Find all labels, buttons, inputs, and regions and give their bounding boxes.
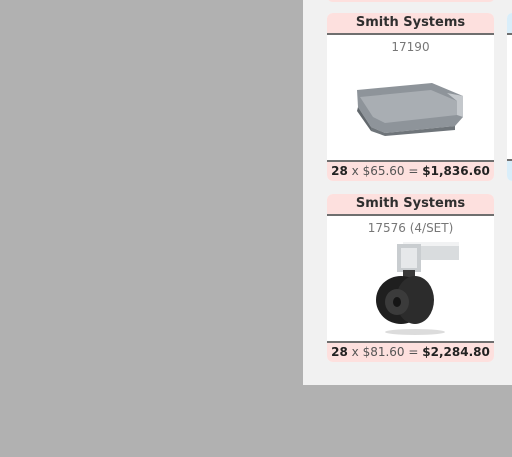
total-price: $1,836.60 <box>422 164 490 178</box>
equals-sign: = <box>408 345 419 359</box>
product-card[interactable]: Smith Systems 17576 (4/SET) 28 x $81.60 … <box>327 194 494 362</box>
unit-price: $81.60 <box>362 345 405 359</box>
product-card[interactable]: Smith Systems 17190 28 x $65.60 = $1,836… <box>327 13 494 181</box>
total-price: $2,284.80 <box>422 345 490 359</box>
previous-card-edge <box>327 0 495 2</box>
quantity: 28 <box>331 345 348 359</box>
caster-wheel-icon <box>327 236 494 340</box>
price-line: 28 x $65.60 = $1,836.60 <box>327 160 494 181</box>
times-sign: x <box>351 345 359 359</box>
product-brand: Smith Systems <box>327 13 494 35</box>
unit-price: $65.60 <box>362 164 405 178</box>
product-panel: Smith Systems 17190 28 x $65.60 = $1,836… <box>303 0 512 385</box>
times-sign: x <box>351 164 359 178</box>
next-card-edge[interactable] <box>507 13 512 181</box>
letter-tray-icon <box>327 55 494 159</box>
price-line: 28 x $81.60 = $2,284.80 <box>327 341 494 362</box>
product-sku: 17576 (4/SET) <box>367 221 454 235</box>
product-sku: 17190 <box>391 40 430 54</box>
product-brand: Smith Systems <box>327 194 494 216</box>
equals-sign: = <box>408 164 419 178</box>
quantity: 28 <box>331 164 348 178</box>
